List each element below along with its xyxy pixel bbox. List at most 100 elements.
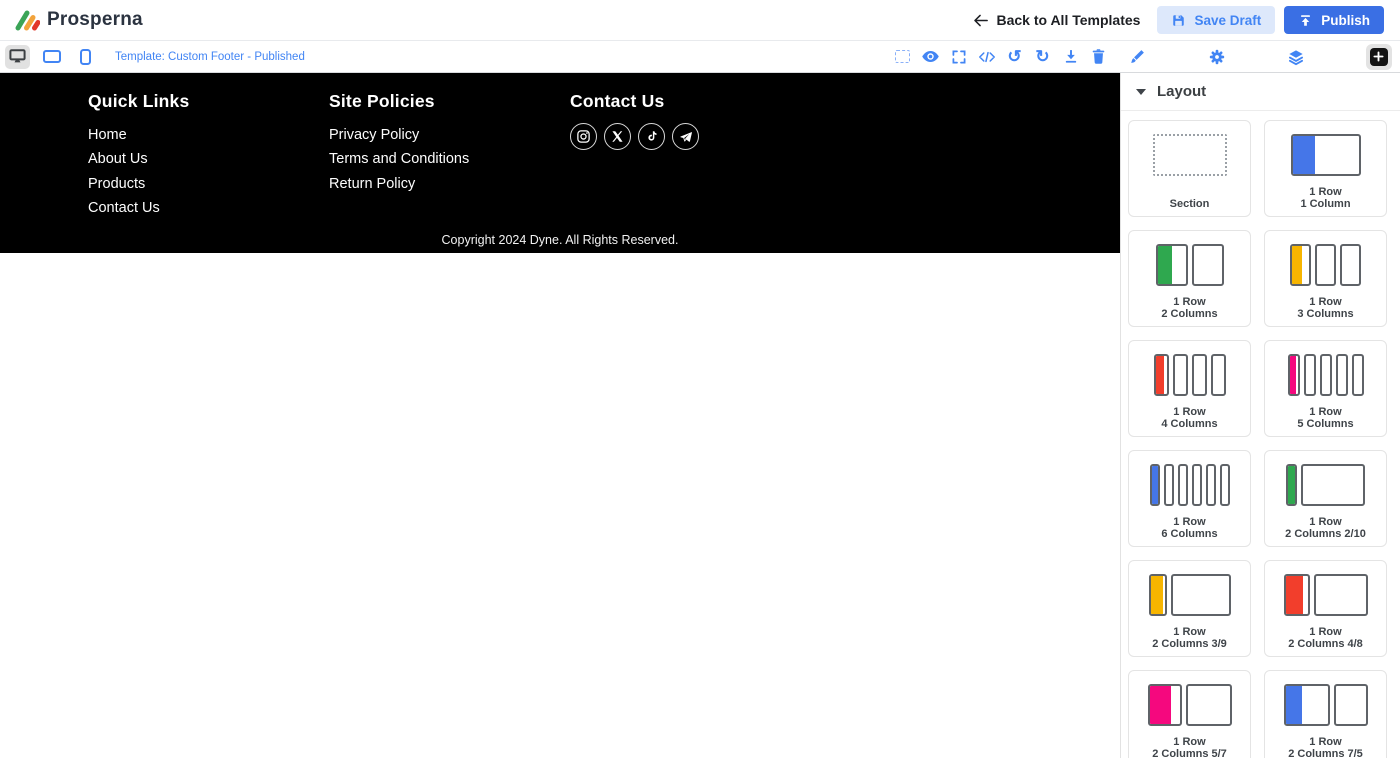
column-rect	[1319, 354, 1332, 396]
column-rect	[1163, 464, 1174, 506]
fullscreen-icon[interactable]	[949, 47, 968, 66]
layout-card[interactable]: 1 Row 3 Columns	[1264, 230, 1387, 327]
layout-thumbnail	[1153, 352, 1226, 398]
column-rect	[1287, 354, 1300, 396]
layout-card[interactable]: 1 Row 2 Columns 4/8	[1264, 560, 1387, 657]
template-status-label: Template: Custom Footer - Published	[115, 50, 305, 63]
topbar: Prosperna Back to All Templates Save Dra…	[0, 0, 1400, 41]
footer-link[interactable]: Return Policy	[329, 172, 570, 196]
layout-card-label: 1 Row 6 Columns	[1161, 516, 1218, 540]
column-rect	[1290, 134, 1361, 176]
footer-link[interactable]: Contact Us	[88, 196, 329, 220]
brand-logo: Prosperna	[14, 8, 143, 32]
column-accent-fill	[1150, 576, 1163, 614]
column-accent-fill	[1285, 576, 1303, 614]
undo-icon[interactable]: ↺	[1005, 47, 1024, 66]
preview-eye-icon[interactable]	[921, 47, 940, 66]
x-icon[interactable]	[604, 123, 631, 150]
column-rect	[1313, 574, 1368, 616]
layout-card[interactable]: 1 Row 2 Columns 7/5	[1264, 670, 1387, 758]
layout-card[interactable]: 1 Row 2 Columns 5/7	[1128, 670, 1251, 758]
column-rect	[1210, 354, 1226, 396]
footer-link[interactable]: About Us	[88, 147, 329, 171]
layout-card[interactable]: 1 Row 2 Columns	[1128, 230, 1251, 327]
back-arrow-icon	[972, 12, 989, 29]
column-rect	[1340, 244, 1361, 286]
import-icon[interactable]	[1061, 47, 1080, 66]
publish-button[interactable]: Publish	[1284, 6, 1384, 34]
layout-card-label: 1 Row 1 Column	[1300, 186, 1351, 210]
redo-icon[interactable]: ↻	[1033, 47, 1052, 66]
column-accent-fill	[1288, 466, 1295, 504]
social-icons-row	[570, 123, 811, 150]
brush-icon[interactable]	[1128, 47, 1147, 66]
footer-link[interactable]: Products	[88, 172, 329, 196]
layout-card[interactable]: 1 Row 2 Columns 2/10	[1264, 450, 1387, 547]
instagram-icon[interactable]	[570, 123, 597, 150]
tablet-icon[interactable]	[39, 45, 64, 69]
add-block-icon[interactable]	[1365, 43, 1392, 70]
column-accent-fill	[1292, 246, 1302, 284]
mobile-icon[interactable]	[73, 45, 98, 69]
column-rect	[1170, 574, 1231, 616]
layout-card[interactable]: 1 Row 5 Columns	[1264, 340, 1387, 437]
layout-card-label: 1 Row 2 Columns 3/9	[1152, 626, 1227, 650]
layout-card[interactable]: 1 Row 2 Columns 3/9	[1128, 560, 1251, 657]
tiktok-icon[interactable]	[638, 123, 665, 150]
layout-cards-grid: Section 1 Row 1 Column 1 Row 2 Columns 1 Row 3…	[1121, 111, 1400, 758]
layout-card-label: 1 Row 5 Columns	[1297, 406, 1354, 430]
editor-canvas-area: Quick Links Home About Us Products Contact U…	[0, 73, 1120, 758]
column-rect	[1148, 574, 1167, 616]
back-label: Back to All Templates	[996, 12, 1141, 28]
footer-link[interactable]: Home	[88, 123, 329, 147]
column-rect	[1147, 684, 1182, 726]
layout-title: Layout	[1157, 83, 1207, 100]
layout-thumbnail	[1152, 132, 1227, 178]
column-accent-fill	[1289, 356, 1296, 394]
save-draft-button[interactable]: Save Draft	[1157, 6, 1276, 34]
layout-section-header[interactable]: Layout	[1121, 73, 1400, 111]
back-to-templates-link[interactable]: Back to All Templates	[972, 12, 1141, 29]
footer-heading: Quick Links	[88, 91, 190, 111]
layout-card[interactable]: 1 Row 4 Columns	[1128, 340, 1251, 437]
marquee-select-icon[interactable]	[893, 47, 912, 66]
column-rect	[1283, 574, 1310, 616]
footer-section-preview[interactable]: Quick Links Home About Us Products Contact U…	[0, 73, 1120, 253]
editor-toolbar: Template: Custom Footer - Published ↺ ↻	[0, 41, 1400, 73]
footer-heading: Contact Us	[570, 91, 665, 111]
footer-link[interactable]: Terms and Conditions	[329, 147, 570, 171]
layout-card-label: 1 Row 2 Columns 5/7	[1152, 736, 1227, 758]
layout-card[interactable]: Section	[1128, 120, 1251, 217]
layout-thumbnail	[1148, 572, 1231, 618]
column-rect	[1283, 684, 1330, 726]
footer-link[interactable]: Privacy Policy	[329, 123, 570, 147]
layout-thumbnail	[1147, 682, 1232, 728]
telegram-icon[interactable]	[672, 123, 699, 150]
layout-card-label: 1 Row 2 Columns 2/10	[1285, 516, 1366, 540]
layout-card[interactable]: 1 Row 6 Columns	[1128, 450, 1251, 547]
settings-gear-icon[interactable]	[1207, 47, 1226, 66]
layout-card[interactable]: 1 Row 1 Column	[1264, 120, 1387, 217]
column-rect	[1153, 354, 1169, 396]
layout-card-label: 1 Row 4 Columns	[1161, 406, 1218, 430]
layout-card-label: 1 Row 2 Columns 7/5	[1288, 736, 1363, 758]
column-accent-fill	[1149, 686, 1171, 724]
column-rect	[1172, 354, 1188, 396]
desktop-icon[interactable]	[5, 44, 30, 69]
layers-icon[interactable]	[1287, 47, 1306, 66]
code-icon[interactable]	[977, 47, 996, 66]
column-rect	[1191, 244, 1224, 286]
column-rect	[1286, 464, 1297, 506]
trash-icon[interactable]	[1089, 47, 1108, 66]
prosperna-logo-icon	[14, 8, 40, 32]
column-rect	[1185, 684, 1232, 726]
column-rect	[1219, 464, 1230, 506]
layout-card-label: 1 Row 2 Columns 4/8	[1288, 626, 1363, 650]
column-rect	[1351, 354, 1364, 396]
layout-sidebar: Layout Section 1 Row 1 Column 1 Row 2 Column…	[1120, 73, 1400, 758]
footer-column: Site Policies Privacy Policy Terms and Con…	[329, 91, 570, 220]
column-rect	[1301, 464, 1365, 506]
column-rect	[1290, 244, 1311, 286]
column-rect	[1315, 244, 1336, 286]
footer-heading: Site Policies	[329, 91, 435, 111]
